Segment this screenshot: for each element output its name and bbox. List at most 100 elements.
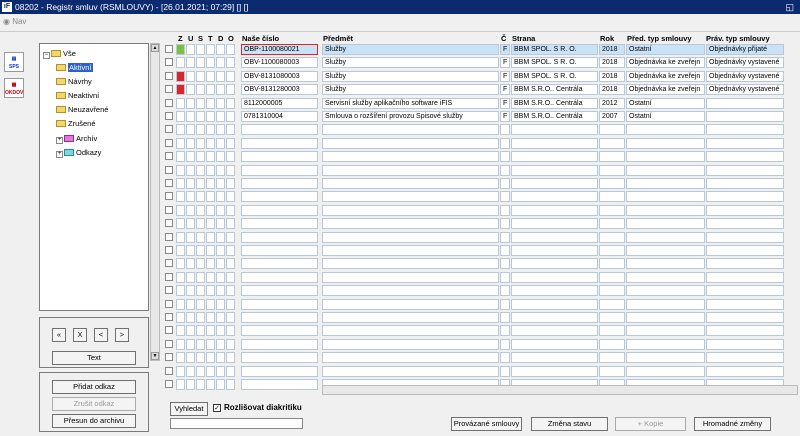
- cancel-link-button[interactable]: Zrušit odkaz: [52, 397, 136, 411]
- cell-number[interactable]: [241, 151, 318, 163]
- cell-subject[interactable]: [322, 352, 499, 364]
- cell-subject[interactable]: [322, 137, 499, 149]
- cell-prav-type[interactable]: Objednávky přijaté: [706, 44, 784, 55]
- cell-year[interactable]: [599, 285, 625, 297]
- cell-party[interactable]: [511, 231, 598, 243]
- cell-prav-type[interactable]: Objednávky vystavené: [706, 84, 784, 96]
- bulk-changes-button[interactable]: Hromadné změny: [694, 417, 771, 431]
- cell-c[interactable]: [500, 365, 510, 377]
- cell-prav-type[interactable]: [706, 204, 784, 216]
- cell-subject[interactable]: Smlouva o rozšíření provozu Spisové služ…: [322, 111, 499, 122]
- row-checkbox[interactable]: [165, 58, 173, 67]
- cell-year[interactable]: [599, 338, 625, 350]
- cell-prav-type[interactable]: [706, 325, 784, 337]
- row-checkbox[interactable]: [165, 326, 173, 335]
- cell-party[interactable]: BBM S.R.O.. Centrála: [511, 97, 598, 109]
- cell-c[interactable]: [500, 218, 510, 230]
- cell-number[interactable]: [241, 298, 318, 310]
- tree-item-aktivni[interactable]: Aktivní: [56, 62, 93, 73]
- cell-c[interactable]: F: [500, 57, 510, 69]
- cell-year[interactable]: 2018: [599, 44, 625, 55]
- cell-pred-type[interactable]: [626, 218, 705, 230]
- cell-number[interactable]: [241, 379, 318, 390]
- row-checkbox[interactable]: [165, 165, 173, 174]
- search-input[interactable]: [170, 418, 303, 429]
- cell-year[interactable]: 2018: [599, 70, 625, 82]
- col-year-header[interactable]: Rok: [600, 34, 614, 43]
- cell-prav-type[interactable]: Objednávky vystavené: [706, 70, 784, 82]
- cell-prav-type[interactable]: [706, 231, 784, 243]
- nav-button[interactable]: ◉ Nav: [3, 17, 26, 26]
- cell-c[interactable]: [500, 137, 510, 149]
- cell-prav-type[interactable]: [706, 191, 784, 203]
- cell-number[interactable]: [241, 312, 318, 323]
- row-checkbox[interactable]: [165, 339, 173, 348]
- cell-number[interactable]: [241, 258, 318, 270]
- row-checkbox[interactable]: [165, 246, 173, 254]
- cell-party[interactable]: BBM SPOL. S R. O.: [511, 57, 598, 69]
- cell-party[interactable]: [511, 365, 598, 377]
- cell-prav-type[interactable]: [706, 365, 784, 377]
- cell-subject[interactable]: Služby: [322, 84, 499, 96]
- tree-item-neuzavrene[interactable]: Neuzavřené: [56, 104, 108, 115]
- row-checkbox[interactable]: [165, 152, 173, 161]
- cell-c[interactable]: F: [500, 44, 510, 55]
- horizontal-scrollbar[interactable]: [322, 385, 798, 395]
- cell-pred-type[interactable]: Ostatní: [626, 97, 705, 109]
- cell-subject[interactable]: [322, 365, 499, 377]
- cell-pred-type[interactable]: [626, 204, 705, 216]
- cell-year[interactable]: [599, 325, 625, 337]
- cell-prav-type[interactable]: [706, 111, 784, 122]
- cell-subject[interactable]: Služby: [322, 44, 499, 55]
- cell-pred-type[interactable]: [626, 271, 705, 283]
- cell-pred-type[interactable]: [626, 312, 705, 323]
- cell-party[interactable]: [511, 271, 598, 283]
- cell-party[interactable]: [511, 325, 598, 337]
- cell-number[interactable]: [241, 338, 318, 350]
- search-button[interactable]: Vyhledat: [170, 402, 208, 416]
- cell-pred-type[interactable]: [626, 191, 705, 203]
- cell-prav-type[interactable]: [706, 151, 784, 163]
- cell-subject[interactable]: [322, 298, 499, 310]
- cell-party[interactable]: [511, 204, 598, 216]
- cell-c[interactable]: [500, 258, 510, 270]
- cell-c[interactable]: [500, 271, 510, 283]
- cell-pred-type[interactable]: [626, 124, 705, 136]
- cell-pred-type[interactable]: [626, 258, 705, 270]
- first-button[interactable]: «: [52, 328, 66, 342]
- cell-subject[interactable]: [322, 178, 499, 189]
- cell-c[interactable]: F: [500, 111, 510, 122]
- cell-pred-type[interactable]: [626, 137, 705, 149]
- scroll-down-icon[interactable]: ▼: [151, 352, 159, 360]
- scroll-up-icon[interactable]: ▲: [151, 44, 159, 52]
- cell-year[interactable]: 2012: [599, 97, 625, 109]
- cell-year[interactable]: [599, 137, 625, 149]
- cell-party[interactable]: [511, 178, 598, 189]
- row-checkbox[interactable]: [165, 112, 173, 120]
- cell-subject[interactable]: [322, 312, 499, 323]
- tree-item-odkazy[interactable]: + Odkazy: [56, 147, 101, 158]
- cell-number[interactable]: 0781310004: [241, 111, 318, 122]
- col-number-header[interactable]: Naše číslo: [242, 34, 279, 43]
- cell-year[interactable]: [599, 204, 625, 216]
- cell-subject[interactable]: [322, 245, 499, 256]
- cell-party[interactable]: BBM S.R.O.. Centrála: [511, 111, 598, 122]
- cell-c[interactable]: [500, 191, 510, 203]
- cell-number[interactable]: 8112000005: [241, 97, 318, 109]
- cell-party[interactable]: [511, 298, 598, 310]
- cell-pred-type[interactable]: Objednávka ke zveřejn: [626, 70, 705, 82]
- row-checkbox[interactable]: [165, 299, 173, 308]
- cell-year[interactable]: [599, 218, 625, 230]
- row-checkbox[interactable]: [165, 192, 173, 201]
- cell-prav-type[interactable]: [706, 258, 784, 270]
- diacritics-checkbox[interactable]: ✓: [213, 404, 221, 412]
- cell-year[interactable]: [599, 271, 625, 283]
- cell-prav-type[interactable]: [706, 338, 784, 350]
- cell-number[interactable]: [241, 271, 318, 283]
- cell-year[interactable]: [599, 191, 625, 203]
- cell-subject[interactable]: [322, 151, 499, 163]
- cell-year[interactable]: [599, 231, 625, 243]
- cell-number[interactable]: [241, 218, 318, 230]
- cell-subject[interactable]: [322, 218, 499, 230]
- cell-number[interactable]: [241, 245, 318, 256]
